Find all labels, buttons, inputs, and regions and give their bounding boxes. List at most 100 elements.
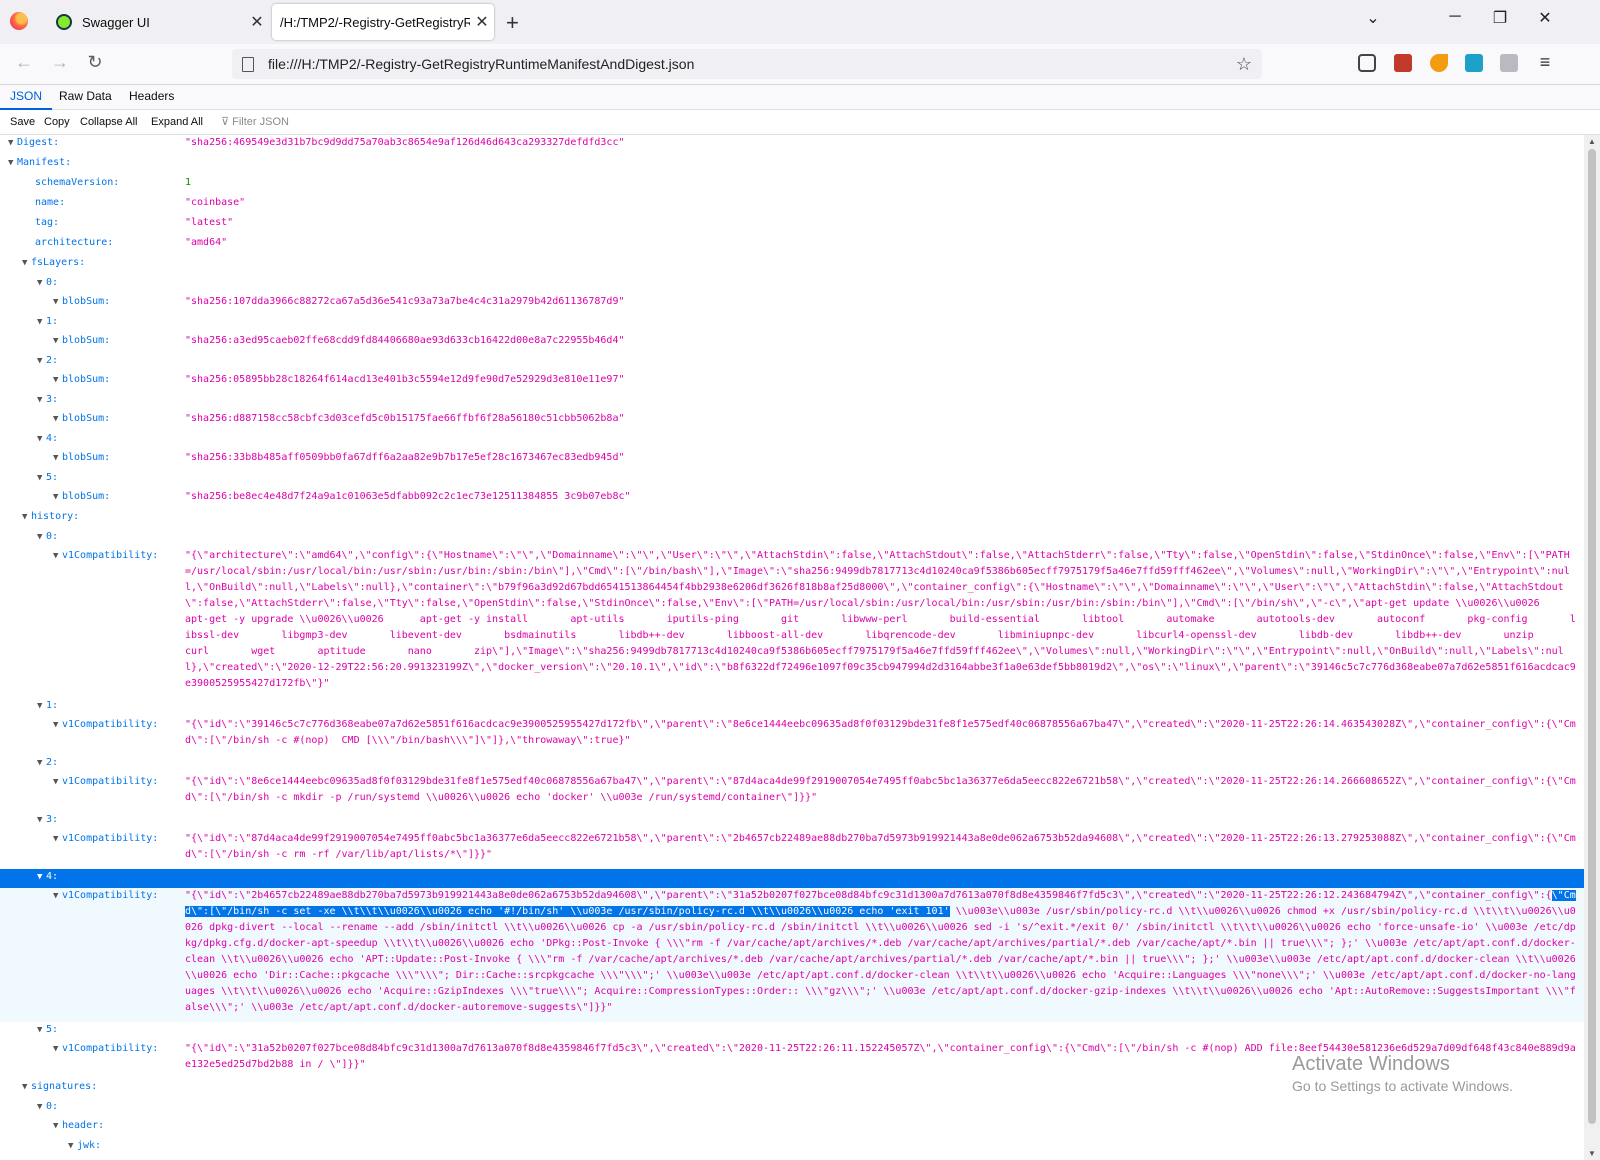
expand-toggle-icon[interactable]: ▼ xyxy=(37,1022,46,1038)
expand-toggle-icon[interactable]: ▼ xyxy=(37,353,46,369)
expand-toggle-icon[interactable]: ▼ xyxy=(37,698,46,714)
expand-toggle-icon[interactable]: ▼ xyxy=(37,1099,46,1115)
expand-toggle-icon[interactable]: ▼ xyxy=(37,755,46,771)
json-row-digest[interactable]: ▼ Digest: "sha256:469549e3d31b7bc9d9dd75a… xyxy=(0,135,1584,155)
menu-icon[interactable]: ≡ xyxy=(1533,52,1557,73)
expand-toggle-icon[interactable]: ▼ xyxy=(37,392,46,408)
address-bar[interactable]: file:///H:/TMP2/-Registry-GetRegistryRun… xyxy=(232,49,1262,79)
json-row-blobsum[interactable]: ▼ blobSum: "sha256:33b8b485aff0509bb0fa67d… xyxy=(0,450,1584,470)
tab-headers[interactable]: Headers xyxy=(119,85,184,108)
back-icon[interactable]: ← xyxy=(12,52,36,73)
url-text[interactable]: file:///H:/TMP2/-Registry-GetRegistryRun… xyxy=(268,56,694,72)
tab-swagger-ui[interactable]: Swagger UI ✕ xyxy=(44,4,269,40)
expand-toggle-icon[interactable]: ▼ xyxy=(53,489,62,505)
json-row-fslayer-index[interactable]: ▼ 4: xyxy=(0,431,1584,450)
json-row-v1compatibility[interactable]: ▼ v1Compatibility: "{\"id\":\"87d4aca4de99… xyxy=(0,831,1584,869)
json-row-blobsum[interactable]: ▼ blobSum: "sha256:05895bb28c18264f614acd1… xyxy=(0,372,1584,392)
expand-toggle-icon[interactable]: ▼ xyxy=(53,333,62,349)
expand-toggle-icon[interactable]: ▼ xyxy=(22,1079,31,1095)
close-tab-icon[interactable]: ✕ xyxy=(470,12,494,32)
json-row-history-index[interactable]: ▼ 5: xyxy=(0,1022,1584,1041)
expand-toggle-icon[interactable]: ▼ xyxy=(37,529,46,545)
expand-toggle-icon[interactable]: ▼ xyxy=(53,774,62,790)
expand-toggle-icon[interactable]: ▼ xyxy=(53,831,62,847)
json-row-v1compatibility[interactable]: ▼ v1Compatibility: "{\"architecture\":\"am… xyxy=(0,548,1584,698)
reload-icon[interactable]: ↻ xyxy=(83,52,107,73)
forward-icon[interactable]: → xyxy=(48,52,72,73)
json-row-fslayer-index[interactable]: ▼ 0: xyxy=(0,275,1584,294)
json-row-schemaversion[interactable]: schemaVersion: 1 xyxy=(0,175,1584,195)
expand-toggle-icon[interactable]: ▼ xyxy=(37,470,46,486)
json-row-blobsum[interactable]: ▼ blobSum: "sha256:a3ed95caeb02ffe68cdd9fd… xyxy=(0,333,1584,353)
expand-toggle-icon[interactable]: ▼ xyxy=(53,411,62,427)
expand-toggle-icon[interactable]: ▼ xyxy=(8,155,17,171)
json-row-history-index[interactable]: ▼ 3: xyxy=(0,812,1584,831)
new-tab-icon[interactable]: + xyxy=(506,10,519,36)
json-row-signature-index[interactable]: ▼ 0: xyxy=(0,1099,1584,1118)
json-row-fslayer-index[interactable]: ▼ 5: xyxy=(0,470,1584,489)
expand-toggle-icon[interactable]: ▼ xyxy=(22,509,31,525)
filter-json-input[interactable]: ⊽ Filter JSON xyxy=(221,110,289,134)
close-tab-icon[interactable]: ✕ xyxy=(245,12,269,32)
expand-all-button[interactable]: Expand All xyxy=(151,110,203,134)
expand-toggle-icon[interactable]: ▼ xyxy=(53,888,62,904)
firefox-logo-icon[interactable] xyxy=(10,12,28,30)
tab-json[interactable]: JSON xyxy=(0,85,53,110)
expand-toggle-icon[interactable]: ▼ xyxy=(53,372,62,388)
save-button[interactable]: Save xyxy=(10,110,35,134)
tab-raw-data[interactable]: Raw Data xyxy=(49,85,122,108)
json-row-jwk[interactable]: ▼ jwk: xyxy=(0,1138,1584,1158)
scrollbar-thumb[interactable] xyxy=(1588,149,1596,1124)
json-row-fslayer-index[interactable]: ▼ 3: xyxy=(0,392,1584,411)
json-row-v1compatibility[interactable]: ▼ v1Compatibility: "{\"id\":\"2b4657cb2248… xyxy=(0,888,1584,1022)
minimize-icon[interactable]: ─ xyxy=(1440,8,1470,26)
expand-toggle-icon[interactable]: ▼ xyxy=(37,431,46,447)
json-row-history-index[interactable]: ▼ 2: xyxy=(0,755,1584,774)
json-row-fslayers[interactable]: ▼ fsLayers: xyxy=(0,255,1584,275)
save-page-icon[interactable] xyxy=(1465,54,1483,72)
tab-json-file[interactable]: /H:/TMP2/-Registry-GetRegistryRuntimeMan… xyxy=(272,4,494,40)
json-row-blobsum[interactable]: ▼ blobSum: "sha256:d887158cc58cbfc3d03cefd… xyxy=(0,411,1584,431)
json-row-manifest[interactable]: ▼ Manifest: xyxy=(0,155,1584,175)
json-row-history-index[interactable]: ▼ 0: xyxy=(0,529,1584,548)
expand-toggle-icon[interactable]: ▼ xyxy=(68,1138,77,1154)
expand-toggle-icon[interactable]: ▼ xyxy=(8,135,17,151)
expand-toggle-icon[interactable]: ▼ xyxy=(22,255,31,271)
json-row-fslayer-index[interactable]: ▼ 2: xyxy=(0,353,1584,372)
expand-toggle-icon[interactable]: ▼ xyxy=(53,548,62,564)
collapse-all-button[interactable]: Collapse All xyxy=(80,110,137,134)
expand-toggle-icon[interactable]: ▼ xyxy=(53,1118,62,1134)
vertical-scrollbar[interactable]: ▲ ▼ xyxy=(1584,135,1600,1160)
list-all-tabs-icon[interactable]: ⌄ xyxy=(1358,8,1388,28)
expand-toggle-icon[interactable]: ▼ xyxy=(53,294,62,310)
json-row-tag[interactable]: tag: "latest" xyxy=(0,215,1584,235)
copy-button[interactable]: Copy xyxy=(44,110,70,134)
json-row-name[interactable]: name: "coinbase" xyxy=(0,195,1584,215)
json-row-v1compatibility[interactable]: ▼ v1Compatibility: "{\"id\":\"8e6ce1444eeb… xyxy=(0,774,1584,812)
close-window-icon[interactable]: ✕ xyxy=(1530,8,1560,28)
json-row-blobsum[interactable]: ▼ blobSum: "sha256:be8ec4e48d7f24a9a1c0106… xyxy=(0,489,1584,509)
library-icon[interactable] xyxy=(1500,54,1518,72)
json-row-v1compatibility[interactable]: ▼ v1Compatibility: "{\"id\":\"39146c5c7c77… xyxy=(0,717,1584,755)
expand-toggle-icon[interactable]: ▼ xyxy=(37,869,46,885)
expand-toggle-icon[interactable]: ▼ xyxy=(37,812,46,828)
pocket-icon[interactable] xyxy=(1358,54,1376,72)
restore-icon[interactable]: ❐ xyxy=(1485,8,1515,28)
json-row-architecture[interactable]: architecture: "amd64" xyxy=(0,235,1584,255)
extension-brush-icon[interactable] xyxy=(1430,54,1448,72)
json-row-history-index[interactable]: ▼ 1: xyxy=(0,698,1584,717)
json-value[interactable]: "{\"id\":\"2b4657cb22489ae88db270ba7d597… xyxy=(185,888,1580,1016)
scroll-up-icon[interactable]: ▲ xyxy=(1588,137,1596,146)
expand-toggle-icon[interactable]: ▼ xyxy=(53,717,62,733)
expand-toggle-icon[interactable]: ▼ xyxy=(53,1041,62,1057)
extension-icon[interactable] xyxy=(1394,54,1412,72)
json-row-history-index-selected[interactable]: ▼ 4: xyxy=(0,869,1584,888)
json-row-fslayer-index[interactable]: ▼ 1: xyxy=(0,314,1584,333)
bookmark-star-icon[interactable]: ☆ xyxy=(1236,54,1252,75)
expand-toggle-icon[interactable]: ▼ xyxy=(37,314,46,330)
json-row-blobsum[interactable]: ▼ blobSum: "sha256:107dda3966c88272ca67a5d… xyxy=(0,294,1584,314)
expand-toggle-icon[interactable]: ▼ xyxy=(53,450,62,466)
json-row-history[interactable]: ▼ history: xyxy=(0,509,1584,529)
scroll-down-icon[interactable]: ▼ xyxy=(1588,1149,1596,1158)
json-row-header[interactable]: ▼ header: xyxy=(0,1118,1584,1138)
